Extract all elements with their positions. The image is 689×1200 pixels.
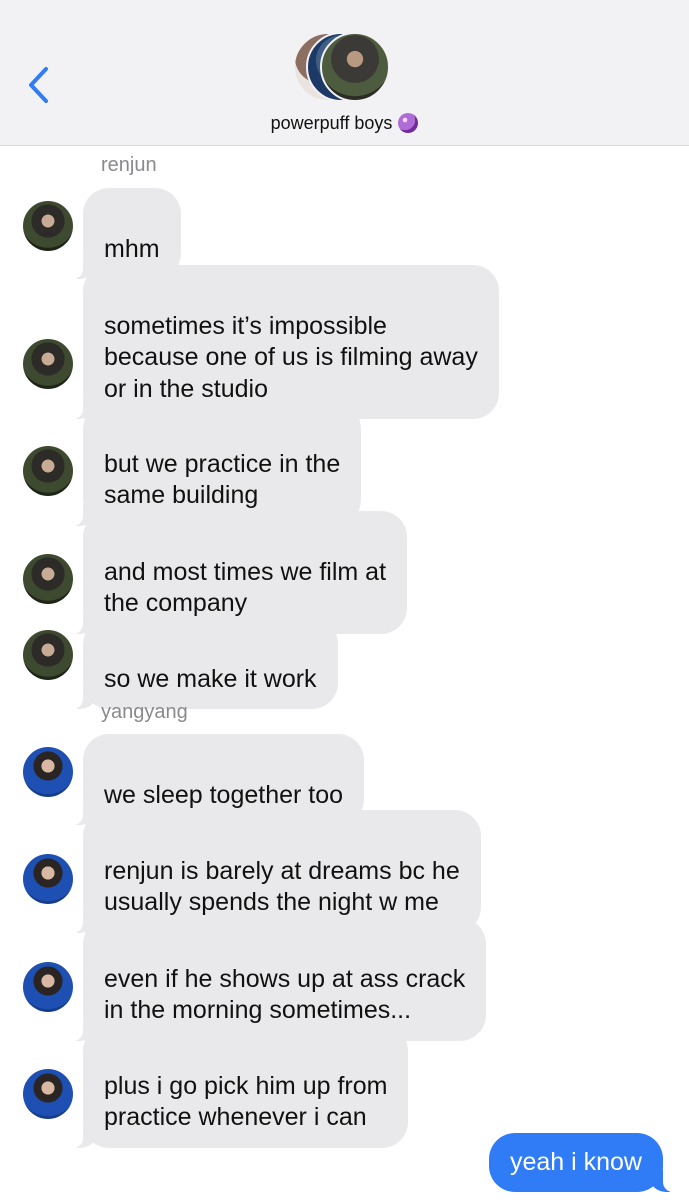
message-bubble[interactable]: even if he shows up at ass crack in the …: [72, 918, 487, 1041]
avatar: [23, 446, 73, 496]
message-text: even if he shows up at ass crack in the …: [104, 964, 466, 1025]
chevron-left-icon[interactable]: [26, 66, 52, 104]
avatar: [23, 554, 73, 604]
message-bubble[interactable]: renjun is barely at dreams bc he usually…: [73, 810, 481, 933]
group-name-label: powerpuff boys: [270, 113, 393, 133]
message-text: sometimes it’s impossible because one of…: [104, 311, 478, 403]
message-bubble[interactable]: plus i go pick him up from practice when…: [72, 1025, 409, 1148]
message-bubble[interactable]: but we practice in the same building: [72, 403, 362, 526]
avatar: [23, 962, 73, 1012]
avatar: [23, 747, 73, 797]
group-name[interactable]: powerpuff boys: [0, 113, 689, 134]
avatar: [23, 201, 73, 251]
group-member-avatar: [320, 32, 390, 102]
avatar: [23, 339, 73, 389]
sender-name: renjun: [101, 154, 157, 176]
message-text: renjun is barely at dreams bc he usually…: [104, 856, 460, 917]
conversation-header: powerpuff boys: [0, 0, 689, 146]
message-text: so we make it work: [104, 664, 317, 693]
outgoing-message-bubble[interactable]: yeah i know: [488, 1133, 674, 1192]
message-text: plus i go pick him up from practice when…: [104, 1071, 388, 1132]
group-avatar-stack[interactable]: [290, 32, 400, 102]
message-bubble[interactable]: sometimes it’s impossible because one of…: [73, 265, 499, 419]
message-bubble[interactable]: so we make it work: [73, 618, 338, 709]
sender-name: yangyang: [101, 701, 188, 723]
crystal-ball-emoji: [398, 113, 419, 133]
message-text: mhm: [104, 234, 160, 263]
avatar: [23, 854, 73, 904]
message-text: we sleep together too: [104, 780, 344, 809]
message-bubble[interactable]: and most times we film at the company: [72, 511, 408, 634]
message-text: and most times we film at the company: [104, 557, 387, 618]
avatar: [23, 630, 73, 680]
message-text: yeah i know: [509, 1148, 642, 1176]
message-text: but we practice in the same building: [104, 449, 341, 510]
avatar: [23, 1069, 73, 1119]
